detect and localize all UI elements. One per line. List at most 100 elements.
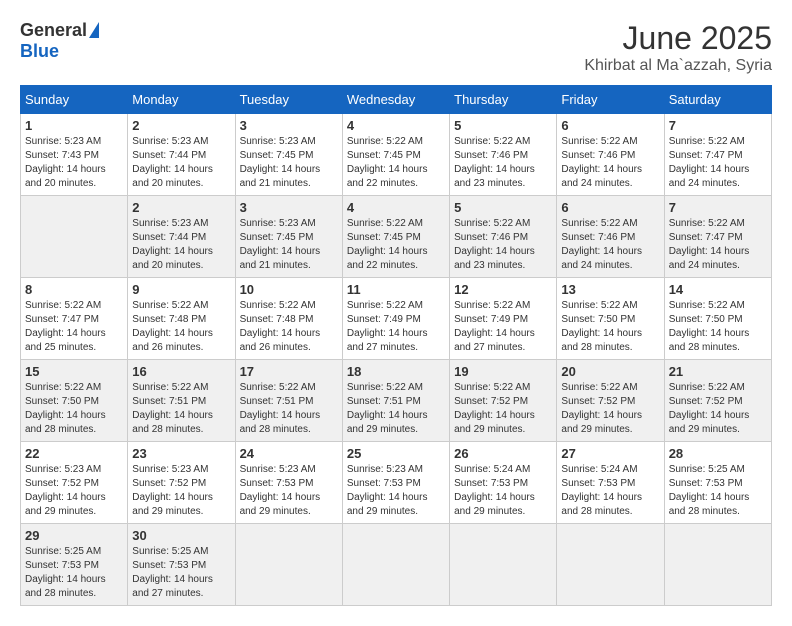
day-number: 1 — [25, 118, 123, 133]
table-row: 28 Sunrise: 5:25 AMSunset: 7:53 PMDayligh… — [664, 442, 771, 524]
page-header: General Blue June 2025 Khirbat al Ma`azz… — [20, 20, 772, 75]
location-title: Khirbat al Ma`azzah, Syria — [584, 57, 772, 75]
month-title: June 2025 — [584, 20, 772, 57]
day-detail: Sunrise: 5:25 AMSunset: 7:53 PMDaylight:… — [669, 464, 750, 517]
table-row: 17 Sunrise: 5:22 AMSunset: 7:51 PMDayligh… — [235, 360, 342, 442]
day-detail: Sunrise: 5:22 AMSunset: 7:46 PMDaylight:… — [561, 136, 642, 189]
day-detail: Sunrise: 5:22 AMSunset: 7:46 PMDaylight:… — [454, 218, 535, 271]
table-row — [664, 524, 771, 606]
table-row: 4 Sunrise: 5:22 AMSunset: 7:45 PMDaylight… — [342, 196, 449, 278]
table-row: 6Sunrise: 5:22 AMSunset: 7:46 PMDaylight… — [557, 196, 664, 278]
day-number: 3 — [240, 200, 338, 215]
day-number: 25 — [347, 446, 445, 461]
table-row: 24 Sunrise: 5:23 AMSunset: 7:53 PMDayligh… — [235, 442, 342, 524]
table-row: 30Sunrise: 5:25 AMSunset: 7:53 PMDayligh… — [128, 524, 235, 606]
logo: General Blue — [20, 20, 99, 62]
day-number: 4 — [347, 118, 445, 133]
table-row: 2Sunrise: 5:23 AMSunset: 7:44 PMDaylight… — [128, 114, 235, 196]
table-row — [342, 524, 449, 606]
day-number: 13 — [561, 282, 659, 297]
table-row: 25 Sunrise: 5:23 AMSunset: 7:53 PMDayligh… — [342, 442, 449, 524]
day-number: 10 — [240, 282, 338, 297]
day-detail: Sunrise: 5:24 AMSunset: 7:53 PMDaylight:… — [454, 464, 535, 517]
day-detail: Sunrise: 5:22 AMSunset: 7:45 PMDaylight:… — [347, 218, 428, 271]
day-number: 4 — [347, 200, 445, 215]
day-detail: Sunrise: 5:23 AMSunset: 7:52 PMDaylight:… — [25, 464, 106, 517]
header-saturday: Saturday — [664, 86, 771, 114]
day-number: 7 — [669, 118, 767, 133]
calendar-table: Sunday Monday Tuesday Wednesday Thursday… — [20, 85, 772, 606]
table-row — [235, 524, 342, 606]
day-detail: Sunrise: 5:22 AMSunset: 7:52 PMDaylight:… — [561, 382, 642, 435]
day-number: 20 — [561, 364, 659, 379]
day-number: 6 — [561, 200, 659, 215]
day-detail: Sunrise: 5:22 AMSunset: 7:49 PMDaylight:… — [347, 300, 428, 353]
table-row — [557, 524, 664, 606]
header-monday: Monday — [128, 86, 235, 114]
day-number: 26 — [454, 446, 552, 461]
day-number: 28 — [669, 446, 767, 461]
header-sunday: Sunday — [21, 86, 128, 114]
day-detail: Sunrise: 5:23 AMSunset: 7:45 PMDaylight:… — [240, 218, 321, 271]
day-number: 3 — [240, 118, 338, 133]
day-number: 29 — [25, 528, 123, 543]
table-row: 10 Sunrise: 5:22 AMSunset: 7:48 PMDayligh… — [235, 278, 342, 360]
day-number: 17 — [240, 364, 338, 379]
table-row: 27Sunrise: 5:24 AMSunset: 7:53 PMDayligh… — [557, 442, 664, 524]
title-area: June 2025 Khirbat al Ma`azzah, Syria — [584, 20, 772, 75]
header-wednesday: Wednesday — [342, 86, 449, 114]
table-row: 14Sunrise: 5:22 AMSunset: 7:50 PMDayligh… — [664, 278, 771, 360]
day-number: 5 — [454, 118, 552, 133]
day-detail: Sunrise: 5:22 AMSunset: 7:48 PMDaylight:… — [240, 300, 321, 353]
day-detail: Sunrise: 5:22 AMSunset: 7:50 PMDaylight:… — [561, 300, 642, 353]
table-row: 8 Sunrise: 5:22 AMSunset: 7:47 PMDaylight… — [21, 278, 128, 360]
day-number: 6 — [561, 118, 659, 133]
day-detail: Sunrise: 5:22 AMSunset: 7:47 PMDaylight:… — [669, 136, 750, 189]
day-number: 24 — [240, 446, 338, 461]
day-detail: Sunrise: 5:22 AMSunset: 7:52 PMDaylight:… — [454, 382, 535, 435]
day-number: 7 — [669, 200, 767, 215]
day-number: 2 — [132, 200, 230, 215]
table-row — [450, 524, 557, 606]
table-row: 4 Sunrise: 5:22 AMSunset: 7:45 PMDaylight… — [342, 114, 449, 196]
day-number: 9 — [132, 282, 230, 297]
day-detail: Sunrise: 5:22 AMSunset: 7:51 PMDaylight:… — [347, 382, 428, 435]
table-row: 23Sunrise: 5:23 AMSunset: 7:52 PMDayligh… — [128, 442, 235, 524]
day-number: 21 — [669, 364, 767, 379]
table-row: 3 Sunrise: 5:23 AMSunset: 7:45 PMDaylight… — [235, 196, 342, 278]
logo-general-text: General — [20, 20, 87, 41]
day-detail: Sunrise: 5:23 AMSunset: 7:53 PMDaylight:… — [347, 464, 428, 517]
day-number: 5 — [454, 200, 552, 215]
logo-blue-text: Blue — [20, 41, 59, 62]
table-row: 11 Sunrise: 5:22 AMSunset: 7:49 PMDayligh… — [342, 278, 449, 360]
table-row: 7 Sunrise: 5:22 AMSunset: 7:47 PMDaylight… — [664, 114, 771, 196]
day-detail: Sunrise: 5:25 AMSunset: 7:53 PMDaylight:… — [25, 546, 106, 599]
table-row: 26 Sunrise: 5:24 AMSunset: 7:53 PMDayligh… — [450, 442, 557, 524]
day-number: 8 — [25, 282, 123, 297]
table-row: 12Sunrise: 5:22 AMSunset: 7:49 PMDayligh… — [450, 278, 557, 360]
day-detail: Sunrise: 5:22 AMSunset: 7:51 PMDaylight:… — [240, 382, 321, 435]
table-row: 9 Sunrise: 5:22 AMSunset: 7:48 PMDaylight… — [128, 278, 235, 360]
table-row: 7Sunrise: 5:22 AMSunset: 7:47 PMDaylight… — [664, 196, 771, 278]
day-detail: Sunrise: 5:23 AMSunset: 7:45 PMDaylight:… — [240, 136, 321, 189]
table-row: 22 Sunrise: 5:23 AMSunset: 7:52 PMDayligh… — [21, 442, 128, 524]
table-row: 16Sunrise: 5:22 AMSunset: 7:51 PMDayligh… — [128, 360, 235, 442]
calendar-header-row: Sunday Monday Tuesday Wednesday Thursday… — [21, 86, 772, 114]
table-row: 5Sunrise: 5:22 AMSunset: 7:46 PMDaylight… — [450, 114, 557, 196]
day-detail: Sunrise: 5:23 AMSunset: 7:43 PMDaylight:… — [25, 136, 106, 189]
table-row: 3 Sunrise: 5:23 AMSunset: 7:45 PMDaylight… — [235, 114, 342, 196]
day-detail: Sunrise: 5:23 AMSunset: 7:53 PMDaylight:… — [240, 464, 321, 517]
day-number: 19 — [454, 364, 552, 379]
day-number: 18 — [347, 364, 445, 379]
day-detail: Sunrise: 5:22 AMSunset: 7:47 PMDaylight:… — [25, 300, 106, 353]
day-number: 16 — [132, 364, 230, 379]
table-row: 21Sunrise: 5:22 AMSunset: 7:52 PMDayligh… — [664, 360, 771, 442]
table-row: 5 Sunrise: 5:22 AMSunset: 7:46 PMDaylight… — [450, 196, 557, 278]
day-number: 11 — [347, 282, 445, 297]
day-detail: Sunrise: 5:23 AMSunset: 7:44 PMDaylight:… — [132, 136, 213, 189]
day-detail: Sunrise: 5:22 AMSunset: 7:48 PMDaylight:… — [132, 300, 213, 353]
logo-triangle-icon — [89, 22, 99, 38]
day-number: 12 — [454, 282, 552, 297]
day-number: 22 — [25, 446, 123, 461]
day-detail: Sunrise: 5:22 AMSunset: 7:45 PMDaylight:… — [347, 136, 428, 189]
